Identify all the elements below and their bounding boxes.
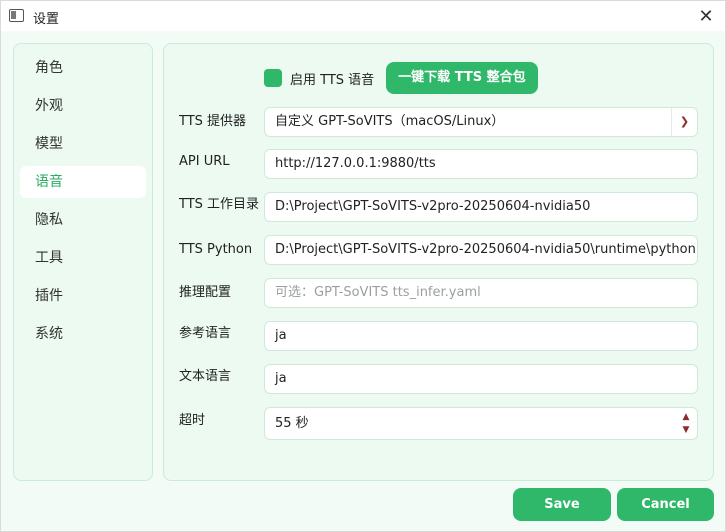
close-icon[interactable]: ✕: [691, 3, 721, 29]
sidebar-item-tools[interactable]: 工具: [20, 242, 146, 274]
workdir-row: TTS 工作目录 D:\Project\GPT-SoVITS-v2pro-202…: [164, 192, 715, 222]
settings-window: 设置 ✕ 角色 外观 模型 语音 隐私 工具 插件 系统 启用 TTS 语音 一…: [0, 0, 726, 532]
provider-value: 自定义 GPT-SoVITS（macOS/Linux）: [275, 114, 505, 129]
enable-tts-label: 启用 TTS 语音: [290, 72, 375, 88]
chevron-up-icon[interactable]: ▲: [683, 411, 690, 424]
workdir-input[interactable]: D:\Project\GPT-SoVITS-v2pro-20250604-nvi…: [264, 192, 698, 222]
sidebar-item-system[interactable]: 系统: [20, 318, 146, 350]
window-title: 设置: [33, 12, 60, 27]
ref-lang-label: 参考语言: [179, 326, 232, 341]
provider-select[interactable]: 自定义 GPT-SoVITS（macOS/Linux） ❯: [264, 107, 698, 137]
enable-tts-checkbox[interactable]: [264, 69, 282, 87]
tts-toggle-row: 启用 TTS 语音 一键下载 TTS 整合包: [264, 62, 538, 94]
api-url-label: API URL: [179, 154, 230, 169]
sidebar-item-voice[interactable]: 语音: [20, 166, 146, 198]
text-lang-input[interactable]: ja: [264, 364, 698, 394]
sidebar-item-role[interactable]: 角色: [20, 52, 146, 84]
chevron-down-icon[interactable]: ❯: [671, 108, 697, 136]
timeout-stepper: ▲ ▼: [675, 408, 697, 439]
infer-config-label: 推理配置: [179, 285, 232, 300]
api-url-row: API URL http://127.0.0.1:9880/tts: [164, 149, 715, 179]
python-path-input[interactable]: D:\Project\GPT-SoVITS-v2pro-20250604-nvi…: [264, 235, 698, 265]
workdir-label: TTS 工作目录: [179, 197, 260, 212]
provider-row: TTS 提供器 自定义 GPT-SoVITS（macOS/Linux） ❯: [164, 107, 715, 137]
chevron-down-icon[interactable]: ▼: [683, 424, 690, 437]
title-bar: 设置 ✕: [1, 1, 725, 31]
voice-settings-panel: 启用 TTS 语音 一键下载 TTS 整合包 TTS 提供器 自定义 GPT-S…: [163, 43, 714, 481]
timeout-spinbox[interactable]: 55 秒 ▲ ▼: [264, 407, 698, 440]
timeout-value: 55 秒: [275, 416, 309, 431]
sidebar-item-privacy[interactable]: 隐私: [20, 204, 146, 236]
save-button[interactable]: Save: [513, 488, 611, 521]
app-window-icon: [9, 9, 24, 22]
cancel-button[interactable]: Cancel: [617, 488, 714, 521]
text-lang-label: 文本语言: [179, 369, 232, 384]
sidebar-item-plugins[interactable]: 插件: [20, 280, 146, 312]
sidebar-item-model[interactable]: 模型: [20, 128, 146, 160]
infer-config-row: 推理配置 可选：GPT-SoVITS tts_infer.yaml: [164, 278, 715, 308]
python-label: TTS Python: [179, 242, 253, 257]
download-tts-package-button[interactable]: 一键下载 TTS 整合包: [386, 62, 538, 94]
python-row: TTS Python D:\Project\GPT-SoVITS-v2pro-2…: [164, 235, 715, 265]
ref-lang-input[interactable]: ja: [264, 321, 698, 351]
provider-label: TTS 提供器: [179, 114, 247, 129]
settings-sidebar: 角色 外观 模型 语音 隐私 工具 插件 系统: [13, 43, 153, 481]
api-url-input[interactable]: http://127.0.0.1:9880/tts: [264, 149, 698, 179]
text-lang-row: 文本语言 ja: [164, 364, 715, 394]
infer-config-input[interactable]: 可选：GPT-SoVITS tts_infer.yaml: [264, 278, 698, 308]
sidebar-item-appearance[interactable]: 外观: [20, 90, 146, 122]
ref-lang-row: 参考语言 ja: [164, 321, 715, 351]
timeout-row: 超时 55 秒 ▲ ▼: [164, 407, 715, 440]
timeout-label: 超时: [179, 413, 206, 428]
